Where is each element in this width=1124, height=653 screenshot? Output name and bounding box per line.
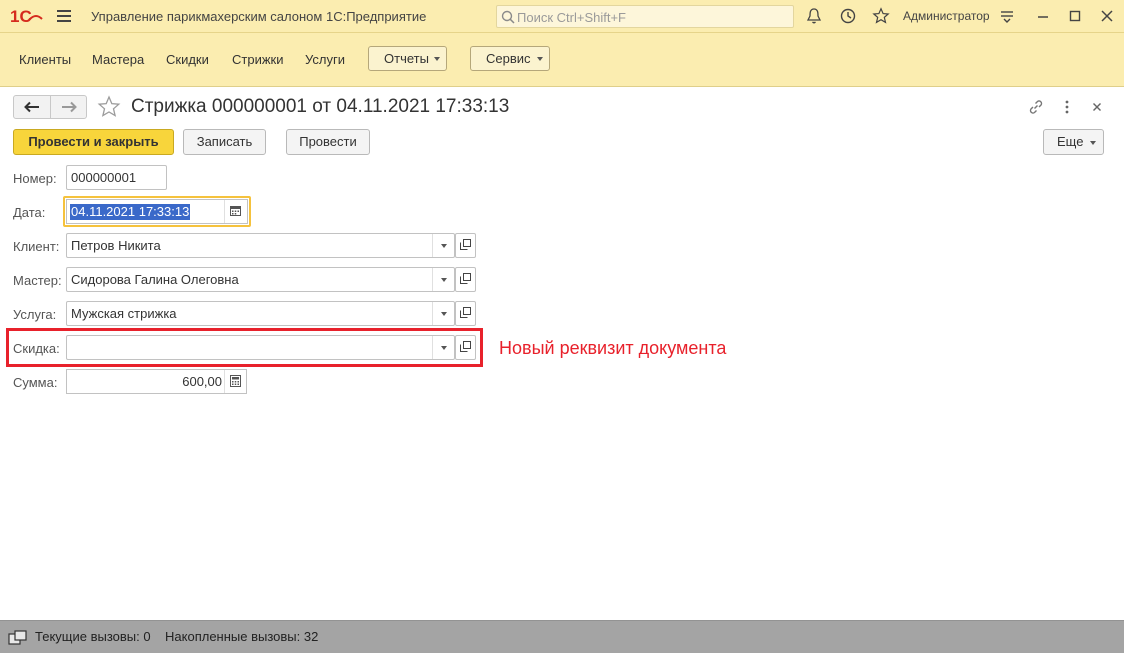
number-label: Номер: xyxy=(13,171,57,186)
date-label: Дата: xyxy=(13,205,46,220)
more-button-label: Еще xyxy=(1057,134,1084,149)
navigation-buttons xyxy=(13,95,87,119)
calendar-button[interactable] xyxy=(224,200,247,223)
title-bar: 1С Управление парикмахерским салоном 1С:… xyxy=(0,0,1124,33)
reports-menu-button[interactable]: Отчеты xyxy=(368,46,447,71)
discount-field[interactable] xyxy=(66,335,455,360)
close-icon[interactable] xyxy=(1098,7,1116,25)
sum-value: 600,00 xyxy=(182,374,222,389)
app-title: Управление парикмахерским салоном 1С:Пре… xyxy=(91,9,427,24)
client-field[interactable]: Петров Никита xyxy=(66,233,455,258)
service-label: Услуга: xyxy=(13,307,57,322)
reports-menu-label: Отчеты xyxy=(384,51,429,66)
sections-panel: Клиенты Мастера Скидки Стрижки Услуги От… xyxy=(0,33,1124,87)
app-logo[interactable]: 1С xyxy=(10,6,44,26)
dropdown-icon[interactable] xyxy=(432,234,454,257)
status-bar: Текущие вызовы: 0 Накопленные вызовы: 32 xyxy=(0,620,1124,653)
open-icon xyxy=(460,341,471,352)
discount-open-button[interactable] xyxy=(455,335,476,360)
client-value: Петров Никита xyxy=(71,238,161,253)
open-icon xyxy=(460,307,471,318)
chevron-down-icon xyxy=(537,57,543,61)
open-icon xyxy=(460,273,471,284)
favorite-star-icon[interactable] xyxy=(97,95,121,119)
save-button[interactable]: Записать xyxy=(183,129,266,155)
section-discounts[interactable]: Скидки xyxy=(166,52,209,67)
more-button[interactable]: Еще xyxy=(1043,129,1104,155)
discount-label: Скидка: xyxy=(13,341,60,356)
section-masters[interactable]: Мастера xyxy=(92,52,144,67)
sum-label: Сумма: xyxy=(13,375,58,390)
document-title: Стрижка 000000001 от 04.11.2021 17:33:13 xyxy=(131,96,510,117)
sum-field[interactable]: 600,00 xyxy=(66,369,247,394)
section-services[interactable]: Услуги xyxy=(305,52,345,67)
search-input[interactable]: Поиск Ctrl+Shift+F xyxy=(496,5,794,28)
search-placeholder: Поиск Ctrl+Shift+F xyxy=(517,10,626,25)
master-open-button[interactable] xyxy=(455,267,476,292)
maximize-icon[interactable] xyxy=(1066,7,1084,25)
star-icon[interactable] xyxy=(872,7,890,25)
service-menu-label: Сервис xyxy=(486,51,531,66)
dropdown-icon[interactable] xyxy=(432,336,454,359)
link-icon[interactable] xyxy=(1027,98,1045,116)
date-field[interactable]: 04.11.2021 17:33:13 xyxy=(66,199,248,224)
history-icon[interactable] xyxy=(839,7,857,25)
calculator-icon xyxy=(230,375,241,387)
service-value: Мужская стрижка xyxy=(71,306,177,321)
status-text: Текущие вызовы: 0 Накопленные вызовы: 32 xyxy=(35,629,319,644)
service-field[interactable]: Мужская стрижка xyxy=(66,301,455,326)
master-value: Сидорова Галина Олеговна xyxy=(71,272,239,287)
master-label: Мастер: xyxy=(13,273,62,288)
post-and-close-button[interactable]: Провести и закрыть xyxy=(13,129,174,155)
user-name[interactable]: Администратор xyxy=(903,9,990,23)
client-open-button[interactable] xyxy=(455,233,476,258)
chevron-down-icon xyxy=(1090,141,1096,145)
minimize-icon[interactable] xyxy=(1034,7,1052,25)
service-open-button[interactable] xyxy=(455,301,476,326)
open-icon xyxy=(460,239,471,250)
annotation-text: Новый реквизит документа xyxy=(499,338,727,358)
calendar-icon xyxy=(230,206,241,216)
calculator-button[interactable] xyxy=(224,370,246,393)
forward-arrow-icon[interactable] xyxy=(60,101,78,113)
back-arrow-icon[interactable] xyxy=(23,101,41,113)
date-value: 04.11.2021 17:33:13 xyxy=(70,204,191,220)
bell-icon[interactable] xyxy=(805,7,823,25)
section-haircuts[interactable]: Стрижки xyxy=(232,52,283,67)
client-label: Клиент: xyxy=(13,239,60,254)
svg-text:1С: 1С xyxy=(10,7,32,26)
dropdown-icon[interactable] xyxy=(432,302,454,325)
more-vertical-icon[interactable] xyxy=(1058,98,1076,116)
form-close-icon[interactable] xyxy=(1088,98,1106,116)
windows-icon[interactable] xyxy=(8,629,28,647)
number-field[interactable]: 000000001 xyxy=(66,165,167,190)
dropdown-icon[interactable] xyxy=(432,268,454,291)
chevron-down-icon xyxy=(434,57,440,61)
section-clients[interactable]: Клиенты xyxy=(19,52,71,67)
master-field[interactable]: Сидорова Галина Олеговна xyxy=(66,267,455,292)
search-icon xyxy=(501,10,515,24)
service-menu-button[interactable]: Сервис xyxy=(470,46,550,71)
menu-icon[interactable] xyxy=(57,10,71,22)
post-button[interactable]: Провести xyxy=(286,129,370,155)
settings-menu-icon[interactable] xyxy=(998,7,1016,25)
